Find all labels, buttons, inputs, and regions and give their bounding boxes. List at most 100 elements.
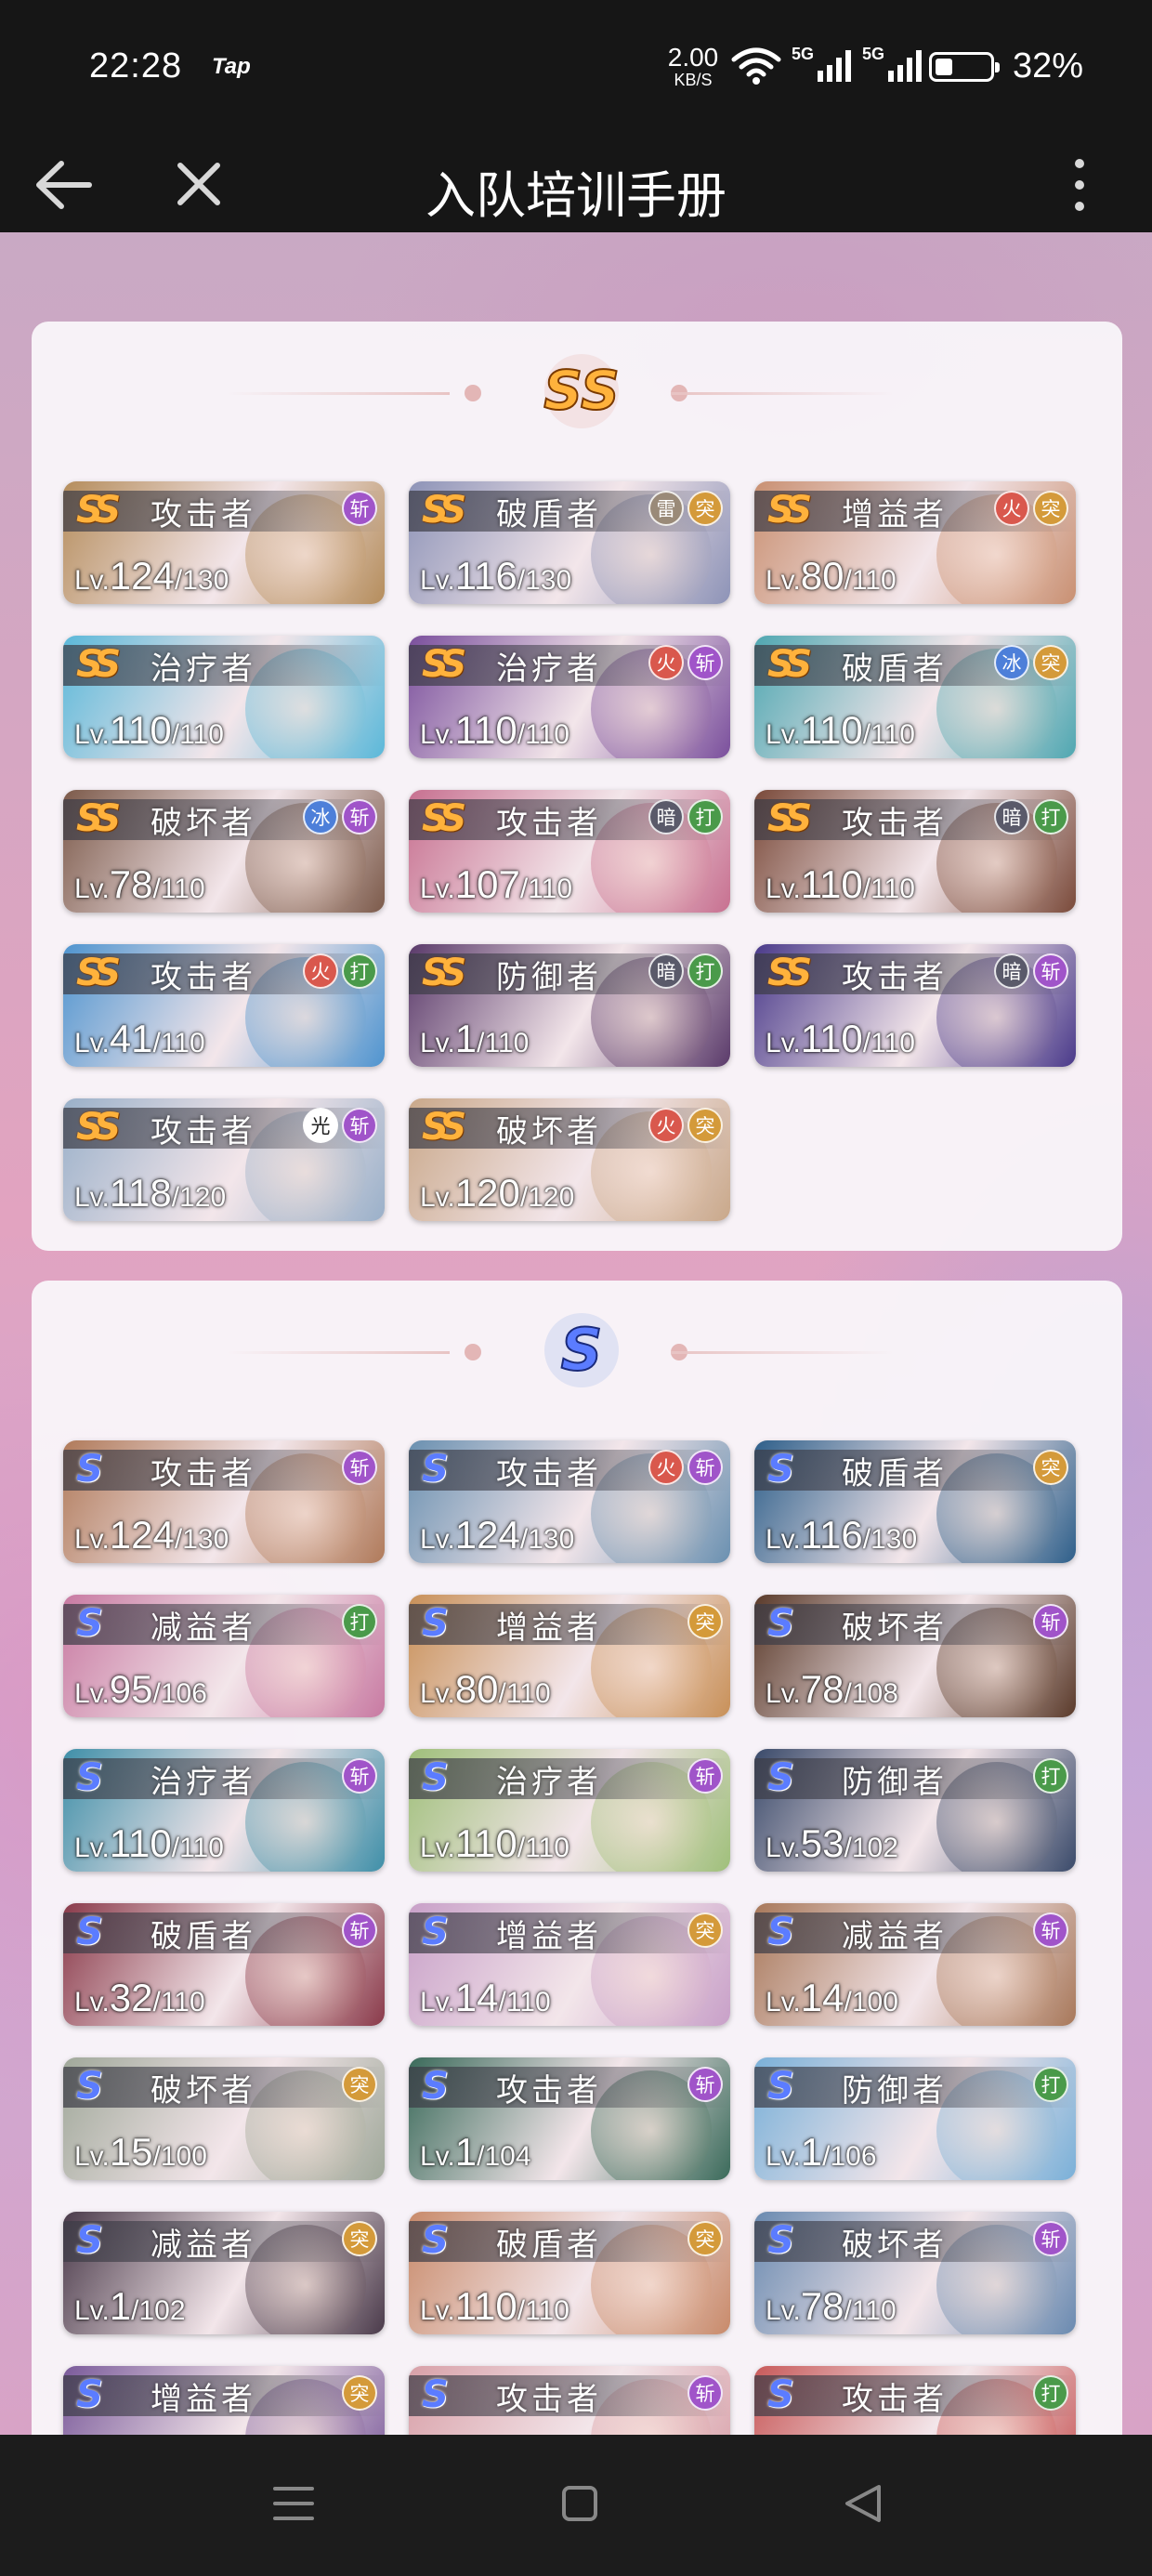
ss-rank-icon: SS (767, 489, 812, 532)
level-current: 107 (454, 862, 520, 906)
level-prefix: Lv. (766, 1987, 801, 2017)
ss-rank-icon: SS (767, 643, 812, 686)
character-role: 破坏者 (151, 2072, 256, 2109)
character-card[interactable]: SS 增益者 火突 Lv.80/110 (754, 481, 1076, 604)
s-rank-icon: S (76, 1911, 103, 1953)
level-current: 116 (800, 1513, 863, 1557)
attr-strike-icon: 打 (1033, 1758, 1068, 1794)
character-card[interactable]: S 减益者 打 Lv.95/106 (63, 1595, 385, 1717)
character-card[interactable]: S 破盾者 突 Lv.110/110 (409, 2212, 730, 2334)
level-prefix: Lv. (766, 2295, 801, 2326)
level-prefix: Lv. (766, 1833, 801, 1863)
level-current: 1 (109, 2284, 132, 2328)
character-attributes: 斩 (342, 1912, 377, 1948)
level-current: 53 (800, 1821, 844, 1865)
more-vertical-icon[interactable] (1068, 154, 1091, 216)
character-card[interactable]: S 增益者 突 Lv.80/110 (409, 1595, 730, 1717)
character-attributes: 突 (687, 2221, 723, 2256)
ss-rank-icon: SS (767, 952, 812, 994)
character-card[interactable]: S 治疗者 斩 Lv.110/110 (409, 1749, 730, 1872)
level-max: /110 (171, 1833, 224, 1863)
level-max: /108 (844, 1678, 898, 1709)
character-card[interactable]: SS 治疗者 火斩 Lv.110/110 (409, 636, 730, 758)
character-card[interactable]: SS 攻击者 暗斩 Lv.110/110 (754, 944, 1076, 1067)
character-card[interactable]: S 防御者 打 Lv.53/102 (754, 1749, 1076, 1872)
character-attributes: 突 (342, 2375, 377, 2411)
character-card[interactable]: S 减益者 突 Lv.1/102 (63, 2212, 385, 2334)
character-card[interactable]: S 治疗者 斩 Lv.110/110 (63, 1749, 385, 1872)
level-prefix: Lv. (766, 565, 801, 596)
level-max: /106 (152, 1678, 207, 1709)
s-rank-icon: S (767, 1911, 794, 1953)
level-current: 78 (800, 1667, 844, 1711)
character-card[interactable]: SS 攻击者 暗打 Lv.110/110 (754, 790, 1076, 913)
character-level: Lv.80/110 (420, 1667, 551, 1712)
character-card[interactable]: S 增益者 突 (63, 2366, 385, 2435)
character-card[interactable]: SS 破盾者 冰突 Lv.110/110 (754, 636, 1076, 758)
character-attributes: 打 (1033, 2375, 1068, 2411)
home-square-icon[interactable] (561, 2485, 598, 2522)
character-attributes: 暗打 (648, 953, 723, 989)
character-card[interactable]: S 破盾者 突 Lv.116/130 (754, 1440, 1076, 1563)
character-card[interactable]: SS 破盾者 雷突 Lv.116/130 (409, 481, 730, 604)
level-current: 95 (109, 1667, 153, 1711)
character-card[interactable]: S 破坏者 突 Lv.15/100 (63, 2057, 385, 2180)
character-card[interactable]: S 破盾者 斩 Lv.32/110 (63, 1903, 385, 2026)
character-level: Lv.110/110 (420, 2284, 569, 2329)
character-card[interactable]: S 破坏者 斩 Lv.78/108 (754, 1595, 1076, 1717)
character-role: 攻击者 (151, 496, 256, 533)
attr-strike-icon: 打 (1033, 2067, 1068, 2102)
character-card[interactable]: SS 破坏者 火突 Lv.120/120 (409, 1098, 730, 1221)
character-card[interactable]: S 攻击者 打 (754, 2366, 1076, 2435)
s-rank-icon: S (767, 1448, 794, 1491)
s-rank-icon: S (422, 1448, 449, 1491)
s-rank-icon: S (76, 1756, 103, 1799)
character-card[interactable]: S 防御者 打 Lv.1/106 (754, 2057, 1076, 2180)
character-card[interactable]: S 攻击者 斩 Lv.124/130 (63, 1440, 385, 1563)
character-card[interactable]: S 攻击者 斩 Lv.1/104 (409, 2057, 730, 2180)
s-rank-icon: S (422, 2065, 449, 2108)
attr-strike-icon: 打 (342, 953, 377, 989)
back-triangle-icon[interactable] (842, 2483, 884, 2524)
level-current: 14 (800, 1976, 844, 2019)
attr-ice-icon: 冰 (994, 645, 1029, 680)
level-prefix: Lv. (766, 719, 801, 750)
character-card[interactable]: S 攻击者 火斩 Lv.124/130 (409, 1440, 730, 1563)
character-level: Lv.120/120 (420, 1171, 574, 1216)
level-current: 1 (800, 2130, 823, 2174)
character-card[interactable]: SS 攻击者 斩 Lv.124/130 (63, 481, 385, 604)
character-card[interactable]: SS 攻击者 光斩 Lv.118/120 (63, 1098, 385, 1221)
s-rank-icon: S (767, 1756, 794, 1799)
character-role: 破盾者 (496, 496, 602, 533)
character-card[interactable]: SS 防御者 暗打 Lv.1/110 (409, 944, 730, 1067)
level-max: /120 (519, 1182, 575, 1213)
level-prefix: Lv. (74, 565, 110, 596)
character-attributes: 冰斩 (303, 799, 377, 835)
character-role: 攻击者 (151, 1113, 256, 1150)
character-card[interactable]: S 攻击者 斩 (409, 2366, 730, 2435)
character-card[interactable]: S 增益者 突 Lv.14/110 (409, 1903, 730, 2026)
attr-strike-icon: 打 (1033, 2375, 1068, 2411)
character-card[interactable]: S 破坏者 斩 Lv.78/110 (754, 2212, 1076, 2334)
character-card[interactable]: SS 攻击者 火打 Lv.41/110 (63, 944, 385, 1067)
s-rank-icon: S (422, 2373, 449, 2416)
character-card[interactable]: SS 治疗者 Lv.110/110 (63, 636, 385, 758)
character-attributes: 雷突 (648, 491, 723, 526)
attr-slash-icon: 斩 (1033, 1604, 1068, 1639)
attr-fire-icon: 火 (994, 491, 1029, 526)
level-current: 14 (454, 1976, 499, 2019)
attr-slash-icon: 斩 (342, 799, 377, 835)
character-card[interactable]: SS 攻击者 暗打 Lv.107/110 (409, 790, 730, 913)
level-prefix: Lv. (766, 2141, 801, 2172)
character-role: 破坏者 (496, 1113, 602, 1150)
menu-lines-icon[interactable] (273, 2485, 314, 2522)
level-max: /110 (498, 1987, 551, 2017)
character-card[interactable]: S 减益者 斩 Lv.14/100 (754, 1903, 1076, 2026)
content-area[interactable]: SS SS 攻击者斩 Lv.124/130 SS 破盾者雷突 Lv.116/130 SS 增益… (0, 232, 1152, 2435)
level-current: 78 (800, 2284, 844, 2328)
attr-pierce-icon: 突 (342, 2375, 377, 2411)
character-role: 攻击者 (496, 805, 602, 842)
character-card[interactable]: SS 破坏者 冰斩 Lv.78/110 (63, 790, 385, 913)
character-attributes: 打 (1033, 1758, 1068, 1794)
attr-slash-icon: 斩 (342, 491, 377, 526)
